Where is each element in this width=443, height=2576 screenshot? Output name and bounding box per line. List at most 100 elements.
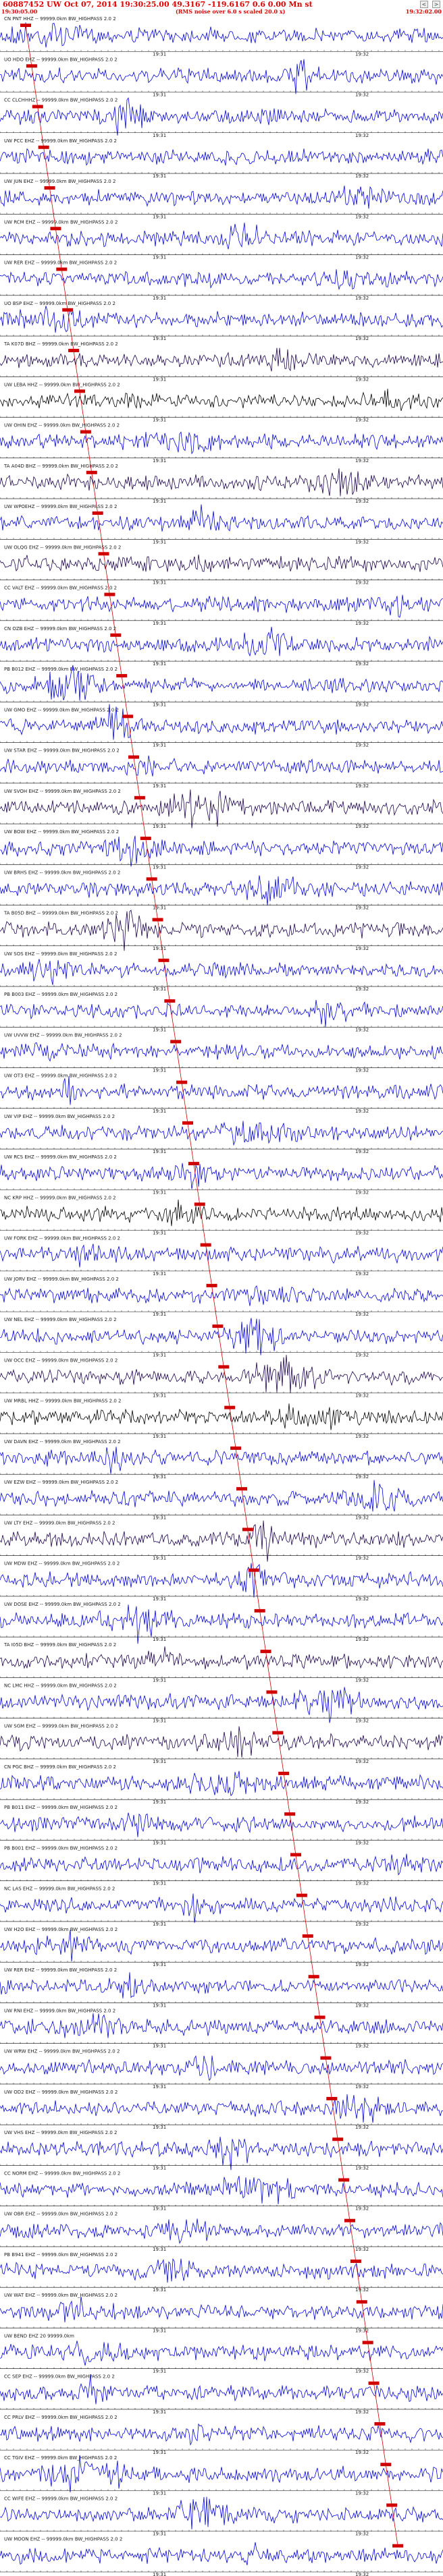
time-tick-label: 19:32 xyxy=(355,864,369,870)
trace-label: UW DAVN EHZ -- 99999.0km BW_HIGHPASS 2.0… xyxy=(4,1439,121,1445)
trace-label: NC LMC HHZ -- 99999.0km BW_HIGHPASS 2.0 … xyxy=(4,1683,117,1688)
time-tick-label: 19:31 xyxy=(153,2165,166,2171)
trace-row: UW SOS EHZ -- 99999.0km BW_HIGHPASS 2.0 … xyxy=(0,951,443,992)
trace-row: UW WPOEHZ -- 99999.0km BW_HIGHPASS 2.0 2… xyxy=(0,504,443,544)
time-tick-label: 19:32 xyxy=(355,1596,369,1602)
trace-row: UW OBR EHZ -- 99999.0km BW_HIGHPASS 2.0 … xyxy=(0,2212,443,2252)
time-tick-label: 19:32 xyxy=(355,2003,369,2008)
time-tick-label: 19:32 xyxy=(355,1352,369,1357)
time-tick-label: 19:31 xyxy=(153,1718,166,1724)
time-tick-label: 19:31 xyxy=(153,580,166,586)
time-tick-label: 19:32 xyxy=(355,2369,369,2374)
time-tick-label: 19:31 xyxy=(153,1962,166,1967)
time-tick-label: 19:31 xyxy=(153,1434,166,1439)
trace-row: UW BOW EHZ -- 99999.0km BW_HIGHPASS 2.0 … xyxy=(0,829,443,870)
time-tick-label: 19:31 xyxy=(153,824,166,829)
time-tick-label: 19:32 xyxy=(355,2450,369,2455)
time-tick-label: 19:31 xyxy=(153,2572,166,2576)
trace-label: PB B941 EHZ -- 99999.0km BW_HIGHPASS 2.0… xyxy=(4,2252,118,2258)
trace-label: UW GMO EHZ -- 99999.0km BW_HIGHPASS 2.0 … xyxy=(4,707,119,712)
time-tick-label: 19:31 xyxy=(153,1556,166,1561)
time-tick-label: 19:31 xyxy=(153,539,166,544)
trace-label: CC WIFE EHZ -- 99999.0km BW_HIGHPASS 2.0… xyxy=(4,2496,118,2501)
trace-row: UW EZW EHZ -- 99999.0km BW_HIGHPASS 2.0 … xyxy=(0,1480,443,1520)
time-tick-label: 19:32 xyxy=(355,2044,369,2049)
time-tick-label: 19:31 xyxy=(153,783,166,789)
end-time-label: 19:32:02.00 xyxy=(405,8,442,15)
time-tick-label: 19:31 xyxy=(153,458,166,464)
trace-row: CN PNT HHZ -- 99999.0km BW_HIGHPASS 2.0 … xyxy=(0,16,443,57)
trace-row: UW VHS EHZ -- 99999.0km BW_HIGHPASS 2.0 … xyxy=(0,2130,443,2171)
trace-label: TA B05D BHZ -- 99999.0km BW_HIGHPASS 2.0… xyxy=(3,911,118,916)
time-tick-label: 19:31 xyxy=(153,1149,166,1154)
time-tick-label: 19:31 xyxy=(153,1677,166,1683)
time-tick-label: 19:32 xyxy=(355,743,369,748)
trace-row: UW UVVW EHZ -- 99999.0km BW_HIGHPASS 2.0… xyxy=(0,1032,443,1073)
time-tick-label: 19:31 xyxy=(153,296,166,301)
time-tick-label: 19:32 xyxy=(355,1393,369,1399)
time-tick-label: 19:31 xyxy=(153,1393,166,1399)
trace-label: UW RNI EHZ -- 99999.0km BW_HIGHPASS 2.0 … xyxy=(4,2008,115,2013)
trace-row: UW MOON EHZ -- 99999.0km BW_HIGHPASS 2.0… xyxy=(0,2537,443,2576)
trace-row: UW OT3 EHZ -- 99999.0km BW_HIGHPASS 2.0 … xyxy=(0,1073,443,1114)
waveform-trace xyxy=(0,22,443,48)
waveform-trace xyxy=(0,1318,443,1355)
trace-row: UW OCC EHZ -- 99999.0km BW_HIGHPASS 2.0 … xyxy=(0,1355,443,1399)
trace-row: UW MRBL HHZ -- 99999.0km BW_HIGHPASS 2.0… xyxy=(0,1399,443,1439)
next-button[interactable]: > xyxy=(432,1,440,8)
trace-row: TA B05D BHZ -- 99999.0km BW_HIGHPASS 2.0… xyxy=(0,909,443,951)
trace-row: CN OZB EHZ -- 99999.0km BW_HIGHPASS 2.0 … xyxy=(0,626,443,667)
trace-row: CC VALT EHZ -- 99999.0km BW_HIGHPASS 2.0… xyxy=(0,586,443,626)
time-tick-label: 19:31 xyxy=(153,51,166,57)
time-tick-label: 19:32 xyxy=(355,51,369,57)
trace-row: UW JORV EHZ -- 99999.0km BW_HIGHPASS 2.0… xyxy=(0,1277,443,1317)
trace-label: UW OD2 EHZ -- 99999.0km BW_HIGHPASS 2.0 … xyxy=(4,2090,118,2095)
trace-label: TA A04D BHZ -- 99999.0km BW_HIGHPASS 2.0… xyxy=(3,464,118,469)
waveform-trace xyxy=(0,2423,443,2446)
trace-row: UW LTY EHZ -- 99999.0km BW_HIGHPASS 2.0 … xyxy=(0,1520,443,1562)
trace-row: PB B941 EHZ -- 99999.0km BW_HIGHPASS 2.0… xyxy=(0,2252,443,2293)
time-tick-label: 19:31 xyxy=(153,2287,166,2293)
time-tick-label: 19:32 xyxy=(355,2125,369,2130)
waveform-trace xyxy=(0,1726,443,1758)
waveform-trace xyxy=(0,1163,443,1189)
trace-row: UW SGM EHZ -- 99999.0km BW_HIGHPASS 2.0 … xyxy=(0,1724,443,1764)
trace-label: UW WRW EHZ -- 99999.0km BW_HIGHPASS 2.0 … xyxy=(4,2049,120,2054)
trace-label: UW RCM EHZ -- 99999.0km BW_HIGHPASS 2.0 … xyxy=(4,219,118,225)
trace-label: UW VIP EHZ -- 99999.0km BW_HIGHPASS 2.0 … xyxy=(4,1114,115,1119)
time-tick-label: 19:31 xyxy=(153,702,166,707)
trace-row: UW RER EHZ -- 99999.0km BW_HIGHPASS 2.0 … xyxy=(0,1967,443,2008)
trace-label: UW OBR EHZ -- 99999.0km BW_HIGHPASS 2.0 … xyxy=(4,2212,118,2217)
time-tick-label: 19:31 xyxy=(153,1189,166,1195)
trace-label: PB B012 EHZ -- 99999.0km BW_HIGHPASS 2.0… xyxy=(4,667,118,672)
trace-row: UW JUN EHZ -- 99999.0km BW_HIGHPASS 2.0 … xyxy=(0,179,443,219)
time-tick-label: 19:31 xyxy=(153,2044,166,2049)
trace-label: UW SOS EHZ -- 99999.0km BW_HIGHPASS 2.0 … xyxy=(4,951,117,957)
time-tick-label: 19:32 xyxy=(355,905,369,911)
trace-row: NC LMC HHZ -- 99999.0km BW_HIGHPASS 2.0 … xyxy=(0,1683,443,1724)
previous-button[interactable]: < xyxy=(420,1,428,8)
trace-row: UW H2O EHZ -- 99999.0km BW_HIGHPASS 2.0 … xyxy=(0,1927,443,1967)
time-tick-label: 19:32 xyxy=(355,824,369,829)
trace-row: CC NORM EHZ -- 99999.0km BW_HIGHPASS 2.0… xyxy=(0,2171,443,2212)
noise-subtitle: (RMS noise over 6.0 s scaled 20.0 x) xyxy=(176,8,286,15)
trace-row: UW MDW EHZ -- 99999.0km BW_HIGHPASS 2.0 … xyxy=(0,1561,443,1602)
trace-label: UW FORK EHZ -- 99999.0km BW_HIGHPASS 2.0… xyxy=(4,1236,120,1241)
waveform-trace xyxy=(0,1972,443,1998)
waveform-trace xyxy=(0,755,443,777)
trace-label: UW MDW EHZ -- 99999.0km BW_HIGHPASS 2.0 … xyxy=(4,1561,120,1567)
trace-row: NC KRP HHZ -- 99999.0km BW_HIGHPASS 2.0 … xyxy=(0,1195,443,1236)
time-tick-label: 19:31 xyxy=(153,2531,166,2537)
time-tick-label: 19:32 xyxy=(355,1677,369,1683)
time-tick-label: 19:31 xyxy=(153,1881,166,1886)
time-tick-label: 19:32 xyxy=(355,336,369,341)
time-tick-label: 19:32 xyxy=(355,376,369,382)
time-tick-label: 19:32 xyxy=(355,458,369,464)
trace-label: TA I05D BHZ -- 99999.0km BW_HIGHPASS 2.0… xyxy=(3,1642,116,1648)
trace-row: UW RCS EHZ -- 99999.0km BW_HIGHPASS 2.0 … xyxy=(0,1154,443,1195)
time-tick-label: 19:32 xyxy=(355,296,369,301)
waveform-trace xyxy=(0,1770,443,1797)
trace-row: PB B003 EHZ -- 99999.0km BW_HIGHPASS 2.0… xyxy=(0,992,443,1032)
time-tick-label: 19:31 xyxy=(153,133,166,138)
time-tick-label: 19:32 xyxy=(355,580,369,586)
